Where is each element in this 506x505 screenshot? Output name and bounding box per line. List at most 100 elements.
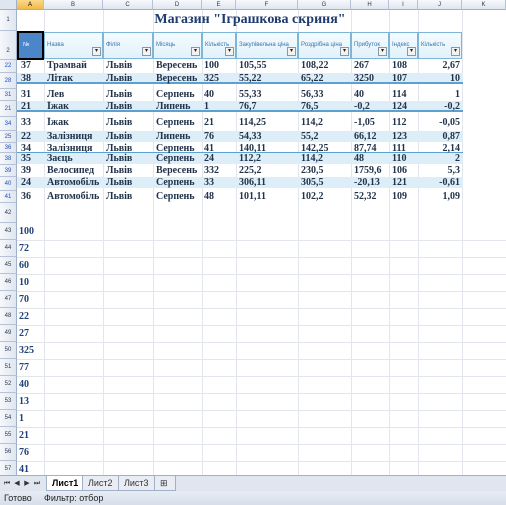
header-cell-f[interactable]: Закупівельна ціна ▾ bbox=[236, 32, 298, 59]
table-cell-a[interactable]: 21 bbox=[21, 101, 42, 112]
row-header-41[interactable]: 41 bbox=[0, 191, 17, 203]
cell-a-value[interactable]: 60 bbox=[17, 257, 44, 274]
table-cell-d[interactable]: Серпень bbox=[156, 117, 200, 128]
column-header-e[interactable]: E bbox=[202, 0, 236, 10]
table-cell-b[interactable]: Велосипед bbox=[47, 165, 101, 176]
table-cell-b[interactable]: Трамвай bbox=[47, 60, 101, 71]
table-cell-e[interactable]: 332 bbox=[204, 165, 234, 176]
table-cell-a[interactable]: 35 bbox=[21, 153, 42, 164]
insert-sheet-icon[interactable]: ⊞ bbox=[154, 476, 176, 491]
table-cell-f[interactable]: 225,2 bbox=[239, 165, 296, 176]
row-header-51[interactable]: 51 bbox=[0, 359, 17, 376]
table-cell-b[interactable]: Автомобіль bbox=[47, 177, 101, 188]
column-header-f[interactable]: F bbox=[236, 0, 298, 10]
row-header-50[interactable]: 50 bbox=[0, 342, 17, 359]
row-header-28[interactable]: 28 bbox=[0, 73, 17, 89]
table-cell-a[interactable]: 24 bbox=[21, 177, 42, 188]
table-cell-d[interactable]: Липень bbox=[156, 131, 200, 142]
table-cell-e[interactable]: 48 bbox=[204, 191, 234, 202]
table-cell-d[interactable]: Вересень bbox=[156, 60, 200, 71]
row-header-54[interactable]: 54 bbox=[0, 410, 17, 427]
filter-dropdown-icon[interactable]: ▾ bbox=[451, 47, 460, 56]
active-cell-A2[interactable]: № bbox=[17, 31, 44, 60]
table-cell-i[interactable]: 110 bbox=[392, 153, 416, 164]
table-cell-i[interactable]: 109 bbox=[392, 191, 416, 202]
table-cell-b[interactable]: Заєць bbox=[47, 153, 101, 164]
table-cell-c[interactable]: Львів bbox=[106, 131, 151, 142]
table-cell-h[interactable]: 48 bbox=[354, 153, 387, 164]
table-cell-g[interactable]: 102,2 bbox=[301, 191, 349, 202]
table-cell-c[interactable]: Львів bbox=[106, 101, 151, 112]
row-header-57[interactable]: 57 bbox=[0, 461, 17, 475]
table-cell-e[interactable]: 33 bbox=[204, 177, 234, 188]
table-cell-b[interactable]: Лев bbox=[47, 89, 101, 100]
next-sheet-nav-icon[interactable]: ▶ bbox=[23, 478, 31, 489]
table-cell-c[interactable]: Львів bbox=[106, 60, 151, 71]
table-cell-b[interactable]: Залізниця bbox=[47, 131, 101, 142]
table-cell-g[interactable]: 65,22 bbox=[301, 73, 349, 84]
table-cell-g[interactable]: 108,22 bbox=[301, 60, 349, 71]
table-cell-j[interactable]: -0,61 bbox=[420, 177, 460, 188]
cell-a-value[interactable]: 27 bbox=[17, 325, 44, 342]
table-cell-d[interactable]: Вересень bbox=[156, 73, 200, 84]
header-cell-c[interactable]: Філія ▾ bbox=[103, 32, 153, 59]
row-header-53[interactable]: 53 bbox=[0, 393, 17, 410]
row-header-52[interactable]: 52 bbox=[0, 376, 17, 393]
column-header-a[interactable]: A bbox=[17, 0, 44, 10]
table-cell-c[interactable]: Львів bbox=[106, 153, 151, 164]
table-cell-h[interactable]: -20,13 bbox=[354, 177, 387, 188]
filter-dropdown-icon[interactable]: ▾ bbox=[225, 47, 234, 56]
table-cell-d[interactable]: Серпень bbox=[156, 191, 200, 202]
table-cell-i[interactable]: 108 bbox=[392, 60, 416, 71]
table-cell-e[interactable]: 1 bbox=[204, 101, 234, 112]
column-header-g[interactable]: G bbox=[298, 0, 351, 10]
row-header-45[interactable]: 45 bbox=[0, 257, 17, 274]
table-cell-h[interactable]: 1759,6 bbox=[354, 165, 387, 176]
row-header-40[interactable]: 40 bbox=[0, 177, 17, 191]
table-cell-c[interactable]: Львів bbox=[106, 73, 151, 84]
table-cell-h[interactable]: 267 bbox=[354, 60, 387, 71]
cell-a-value[interactable]: 10 bbox=[17, 274, 44, 291]
header-cell-i[interactable]: Індекс ▾ bbox=[389, 32, 418, 59]
last-sheet-nav-icon[interactable]: ⏭ bbox=[33, 478, 41, 489]
cell-a-value[interactable]: 77 bbox=[17, 359, 44, 376]
row-header-49[interactable]: 49 bbox=[0, 325, 17, 342]
sheet-title[interactable]: Магазин "Іграшкова скриня" bbox=[40, 12, 460, 28]
table-cell-b[interactable]: Автомобіль bbox=[47, 191, 101, 202]
row-header-42[interactable]: 42 bbox=[0, 203, 17, 223]
column-header-h[interactable]: H bbox=[351, 0, 389, 10]
prev-sheet-nav-icon[interactable]: ◀ bbox=[13, 478, 21, 489]
select-all-corner[interactable] bbox=[0, 0, 17, 10]
table-cell-a[interactable]: 36 bbox=[21, 191, 42, 202]
row-header-1[interactable]: 1 bbox=[0, 10, 17, 31]
table-cell-i[interactable]: 124 bbox=[392, 101, 416, 112]
first-sheet-nav-icon[interactable]: ⏮ bbox=[3, 478, 11, 489]
header-cell-h[interactable]: Прибуток ▾ bbox=[351, 32, 389, 59]
cell-a-value[interactable]: 70 bbox=[17, 291, 44, 308]
spreadsheet-grid[interactable]: ABCDEFGHIJK 1 2 22 28 31 21 34 25 36 38 39 40 41 42 43… bbox=[0, 0, 506, 475]
table-cell-e[interactable]: 24 bbox=[204, 153, 234, 164]
table-cell-j[interactable]: -0,05 bbox=[420, 117, 460, 128]
filter-dropdown-icon[interactable]: ▾ bbox=[191, 47, 200, 56]
table-cell-g[interactable]: 305,5 bbox=[301, 177, 349, 188]
row-header-48[interactable]: 48 bbox=[0, 308, 17, 325]
table-cell-d[interactable]: Серпень bbox=[156, 89, 200, 100]
row-header-31[interactable]: 31 bbox=[0, 89, 17, 101]
row-header-36[interactable]: 36 bbox=[0, 143, 17, 153]
table-cell-d[interactable]: Серпень bbox=[156, 177, 200, 188]
table-cell-f[interactable]: 105,55 bbox=[239, 60, 296, 71]
table-cell-f[interactable]: 76,7 bbox=[239, 101, 296, 112]
column-header-d[interactable]: D bbox=[153, 0, 202, 10]
table-cell-h[interactable]: 40 bbox=[354, 89, 387, 100]
row-header-56[interactable]: 56 bbox=[0, 444, 17, 461]
table-cell-j[interactable]: 2 bbox=[420, 153, 460, 164]
table-cell-a[interactable]: 33 bbox=[21, 117, 42, 128]
table-cell-g[interactable]: 55,2 bbox=[301, 131, 349, 142]
filter-dropdown-icon[interactable]: ▾ bbox=[340, 47, 349, 56]
header-cell-j[interactable]: Кількість ▾ bbox=[418, 32, 462, 59]
sheet-tab-1[interactable]: Лист1 bbox=[46, 476, 85, 491]
table-cell-g[interactable]: 76,5 bbox=[301, 101, 349, 112]
table-cell-g[interactable]: 114,2 bbox=[301, 153, 349, 164]
table-cell-f[interactable]: 55,33 bbox=[239, 89, 296, 100]
table-cell-i[interactable]: 112 bbox=[392, 117, 416, 128]
